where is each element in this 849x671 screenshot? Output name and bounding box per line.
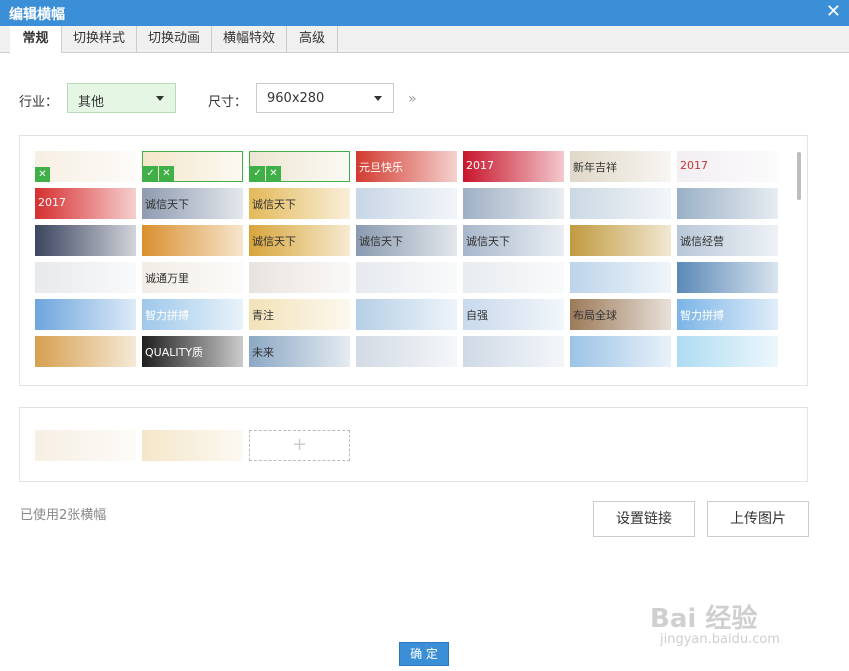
banner-thumbnail[interactable] xyxy=(35,299,136,330)
banner-thumbnail-text: QUALITY质 xyxy=(145,346,204,359)
double-chevron-right-icon[interactable]: » xyxy=(408,91,417,107)
tab-general[interactable]: 常规 xyxy=(10,26,62,53)
banner-thumbnail[interactable] xyxy=(35,336,136,367)
banner-thumbnail[interactable]: 诚信天下 xyxy=(356,225,457,256)
banner-thumbnail-text: 布局全球 xyxy=(573,309,617,322)
banner-thumbnail[interactable]: 诚信经营 xyxy=(677,225,778,256)
remove-icon[interactable]: ✕ xyxy=(266,166,281,181)
close-icon[interactable]: ✕ xyxy=(826,2,841,22)
add-banner-button[interactable]: + xyxy=(249,430,350,461)
selected-banner-thumbnail[interactable] xyxy=(142,430,243,461)
banner-thumbnail[interactable]: 智力拼搏 xyxy=(142,299,243,330)
banner-thumbnail-text: 2017 xyxy=(680,159,708,172)
banner-thumbnail[interactable] xyxy=(356,188,457,219)
banner-thumbnail[interactable] xyxy=(677,188,778,219)
banner-thumbnail-text: 诚通万里 xyxy=(145,272,189,285)
chevron-down-icon xyxy=(156,96,164,101)
banner-thumbnail-text: 青注 xyxy=(252,309,274,322)
banner-thumbnail[interactable] xyxy=(35,262,136,293)
banner-thumbnail-text: 诚信天下 xyxy=(466,235,510,248)
size-value: 960x280 xyxy=(267,91,325,106)
banner-thumbnail[interactable]: 智力拼搏 xyxy=(677,299,778,330)
banner-thumbnail-text: 元旦快乐 xyxy=(359,161,403,174)
banner-thumbnail[interactable]: ✕ xyxy=(35,151,136,182)
banner-thumbnail[interactable]: QUALITY质 xyxy=(142,336,243,367)
banner-thumbnail[interactable] xyxy=(356,299,457,330)
remove-icon[interactable]: ✕ xyxy=(35,167,50,182)
tab-switch-animation[interactable]: 切换动画 xyxy=(137,26,212,52)
banner-thumbnail[interactable] xyxy=(249,262,350,293)
watermark-url: jingyan.baidu.com xyxy=(660,632,780,647)
banner-thumbnail[interactable]: 元旦快乐 xyxy=(356,151,457,182)
banner-thumbnail[interactable]: 未来 xyxy=(249,336,350,367)
plus-icon: + xyxy=(291,434,308,455)
banner-thumbnail-text: 2017 xyxy=(466,159,494,172)
banner-thumbnail-text: 诚信天下 xyxy=(252,198,296,211)
window-title: 编辑横幅 xyxy=(9,7,65,23)
banner-thumbnail[interactable]: 自强 xyxy=(463,299,564,330)
banner-thumbnail-text: 新年吉祥 xyxy=(573,161,617,174)
selection-badge[interactable]: ✓ ✕ xyxy=(143,166,175,181)
banner-thumbnail-text: 诚信天下 xyxy=(145,198,189,211)
selection-badge[interactable]: ✕ xyxy=(35,167,51,182)
gallery-scrollbar[interactable] xyxy=(797,152,801,200)
banner-thumbnail[interactable]: 新年吉祥 xyxy=(570,151,671,182)
banner-thumbnail[interactable]: 青注 xyxy=(249,299,350,330)
chevron-down-icon xyxy=(374,96,382,101)
used-count: 已使用2张横幅 xyxy=(20,508,107,523)
banner-thumbnail-text: 自强 xyxy=(466,309,488,322)
upload-image-button[interactable]: 上传图片 xyxy=(707,501,809,537)
industry-label: 行业： xyxy=(19,95,59,110)
banner-thumbnail[interactable]: 诚信天下 xyxy=(249,188,350,219)
window-titlebar: 编辑横幅 ✕ xyxy=(0,0,849,26)
banner-thumbnail[interactable] xyxy=(463,262,564,293)
tab-banner-effects[interactable]: 横幅特效 xyxy=(212,26,287,52)
banner-thumbnail[interactable] xyxy=(570,336,671,367)
selection-badge[interactable]: ✓ ✕ xyxy=(250,166,282,181)
banner-thumbnail[interactable] xyxy=(463,188,564,219)
banner-thumbnail[interactable] xyxy=(35,225,136,256)
banner-thumbnail[interactable] xyxy=(570,225,671,256)
banner-thumbnail-text: 未来 xyxy=(252,346,274,359)
selected-banner-thumbnail[interactable] xyxy=(35,430,136,461)
check-icon: ✓ xyxy=(143,166,158,181)
banner-thumbnail[interactable]: 诚信天下 xyxy=(463,225,564,256)
banner-thumbnail[interactable]: ✓ ✕ xyxy=(142,151,243,182)
banner-thumbnail-text: 诚信天下 xyxy=(252,235,296,248)
banner-thumbnail[interactable] xyxy=(356,336,457,367)
set-link-button[interactable]: 设置链接 xyxy=(593,501,695,537)
tab-switch-style[interactable]: 切换样式 xyxy=(62,26,137,52)
banner-thumbnail-text: 诚信经营 xyxy=(680,235,724,248)
banner-thumbnail-text: 智力拼搏 xyxy=(680,309,724,322)
banner-thumbnail[interactable] xyxy=(570,262,671,293)
tab-bar: 常规 切换样式 切换动画 横幅特效 高级 xyxy=(0,26,849,53)
selected-banners-area xyxy=(19,407,808,482)
banner-thumbnail-text: 智力拼搏 xyxy=(145,309,189,322)
banner-thumbnail[interactable] xyxy=(356,262,457,293)
banner-thumbnail[interactable]: 诚信天下 xyxy=(249,225,350,256)
size-select[interactable]: 960x280 xyxy=(256,83,394,113)
banner-thumbnail[interactable]: 2017 xyxy=(677,151,778,182)
banner-thumbnail-text: 诚信天下 xyxy=(359,235,403,248)
banner-thumbnail[interactable]: 诚通万里 xyxy=(142,262,243,293)
banner-thumbnail[interactable] xyxy=(142,225,243,256)
remove-icon[interactable]: ✕ xyxy=(159,166,174,181)
banner-thumbnail-text: 2017 xyxy=(38,196,66,209)
tab-advanced[interactable]: 高级 xyxy=(287,26,338,52)
industry-select[interactable]: 其他 xyxy=(67,83,176,113)
watermark-logo: Bai 经验 xyxy=(650,604,758,634)
banner-thumbnail[interactable]: 2017 xyxy=(35,188,136,219)
size-label: 尺寸： xyxy=(208,95,248,110)
industry-value: 其他 xyxy=(78,95,105,110)
banner-thumbnail[interactable] xyxy=(677,336,778,367)
banner-thumbnail[interactable]: 2017 xyxy=(463,151,564,182)
check-icon: ✓ xyxy=(250,166,265,181)
confirm-button[interactable]: 确 定 xyxy=(399,642,449,666)
banner-thumbnail[interactable] xyxy=(570,188,671,219)
banner-thumbnail[interactable]: ✓ ✕ xyxy=(249,151,350,182)
banner-thumbnail[interactable]: 布局全球 xyxy=(570,299,671,330)
banner-thumbnail[interactable] xyxy=(463,336,564,367)
banner-thumbnail[interactable] xyxy=(677,262,778,293)
banner-thumbnail[interactable]: 诚信天下 xyxy=(142,188,243,219)
